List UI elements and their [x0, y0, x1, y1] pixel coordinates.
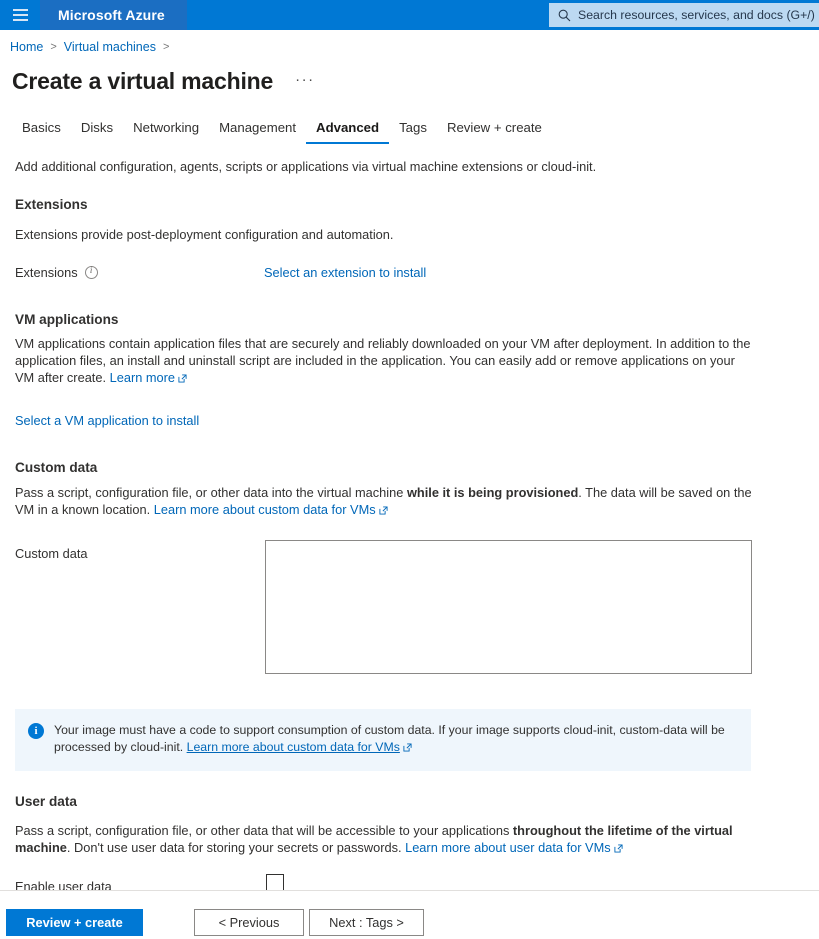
breadcrumb-item-home[interactable]: Home — [10, 40, 43, 54]
user-data-desc-part2: . Don't use user data for storing your s… — [66, 840, 406, 856]
advanced-intro-text: Add additional configuration, agents, sc… — [15, 159, 597, 174]
global-search-box[interactable]: Search resources, services, and docs (G+… — [549, 3, 819, 27]
extensions-label-text: Extensions — [15, 265, 78, 280]
external-link-icon — [178, 374, 187, 383]
select-extension-link-wrap: Select an extension to install — [264, 265, 426, 280]
hamburger-menu-icon[interactable] — [0, 0, 40, 30]
user-data-learn-more-link[interactable]: Learn more about user data for VMs — [405, 840, 611, 855]
tab-advanced[interactable]: Advanced — [306, 120, 390, 144]
wizard-footer: Review + create < Previous Next : Tags > — [0, 890, 819, 939]
banner-learn-more-link[interactable]: Learn more about custom data for VMs — [187, 740, 400, 754]
tab-networking[interactable]: Networking — [123, 120, 209, 144]
breadcrumb-separator-icon: > — [50, 41, 57, 53]
search-input-placeholder: Search resources, services, and docs (G+… — [578, 8, 815, 22]
more-options-icon[interactable]: ··· — [295, 71, 315, 93]
user-data-description: Pass a script, configuration file, or ot… — [15, 822, 755, 856]
select-a-vm-application-to-install-link[interactable]: Select a VM application to install — [15, 413, 199, 428]
tab-basics[interactable]: Basics — [12, 120, 71, 144]
wizard-tabs: Basics Disks Networking Management Advan… — [12, 114, 552, 144]
vm-applications-learn-more-link[interactable]: Learn more — [110, 370, 175, 385]
custom-data-description: Pass a script, configuration file, or ot… — [15, 484, 755, 518]
custom-data-desc-bold: while it is being provisioned — [406, 485, 579, 500]
extensions-field-label: Extensions — [15, 265, 98, 280]
custom-data-textarea[interactable] — [265, 540, 752, 674]
review-create-button[interactable]: Review + create — [6, 909, 143, 936]
tab-disks[interactable]: Disks — [71, 120, 123, 144]
external-link-icon — [403, 743, 412, 752]
breadcrumb: Home > Virtual machines > — [10, 40, 176, 54]
custom-data-heading: Custom data — [15, 460, 98, 475]
extensions-heading: Extensions — [15, 197, 88, 212]
user-data-heading: User data — [15, 794, 77, 809]
info-filled-icon — [28, 723, 44, 739]
vm-applications-description: VM applications contain application file… — [15, 335, 755, 387]
breadcrumb-item-virtual-machines[interactable]: Virtual machines — [64, 40, 156, 54]
custom-data-info-banner: Your image must have a code to support c… — [15, 709, 751, 771]
top-navigation-bar: Microsoft Azure Search resources, servic… — [0, 0, 819, 30]
select-vm-application-link-wrap: Select a VM application to install — [15, 412, 199, 429]
tab-review-create[interactable]: Review + create — [437, 120, 552, 144]
page-title-row: Create a virtual machine ··· — [12, 68, 315, 95]
external-link-icon — [379, 506, 388, 515]
user-data-desc-part1: Pass a script, configuration file, or ot… — [15, 823, 513, 838]
tab-management[interactable]: Management — [209, 120, 306, 144]
custom-data-info-banner-text: Your image must have a code to support c… — [54, 722, 741, 756]
custom-data-learn-more-link[interactable]: Learn more about custom data for VMs — [154, 502, 376, 517]
custom-data-desc-part1: Pass a script, configuration file, or ot… — [15, 485, 407, 500]
tab-tags[interactable]: Tags — [389, 120, 437, 144]
previous-button[interactable]: < Previous — [194, 909, 304, 936]
page-title: Create a virtual machine — [12, 68, 274, 94]
external-link-icon — [614, 844, 623, 853]
info-circle-icon[interactable] — [84, 265, 98, 279]
breadcrumb-separator-icon: > — [162, 41, 170, 53]
vm-applications-heading: VM applications — [15, 312, 119, 327]
select-an-extension-to-install-link[interactable]: Select an extension to install — [264, 265, 426, 280]
search-icon — [558, 9, 571, 21]
azure-brand-logo[interactable]: Microsoft Azure — [40, 0, 187, 30]
next-tags-button[interactable]: Next : Tags > — [309, 909, 424, 936]
extensions-description: Extensions provide post-deployment confi… — [15, 227, 394, 242]
custom-data-field-label: Custom data — [15, 546, 88, 561]
